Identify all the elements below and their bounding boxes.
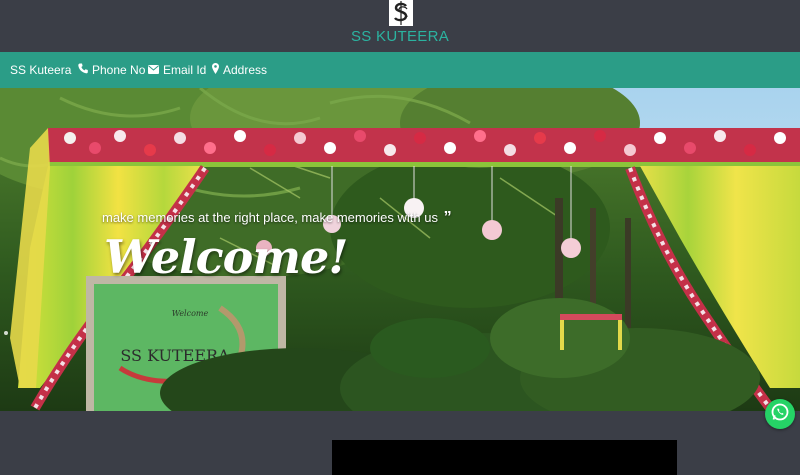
nav-item-label: SS Kuteera (10, 63, 72, 77)
ss-monogram-icon[interactable] (389, 0, 413, 26)
nav-email-link[interactable]: Email Id (148, 52, 206, 88)
sign-small-text: Welcome (172, 309, 209, 318)
nav-address-link[interactable]: Address (212, 52, 267, 88)
hero-heading: Welcome! (104, 230, 348, 284)
whatsapp-icon (770, 402, 790, 427)
map-marker-icon (212, 52, 219, 88)
brand-name: SS KUTEERA (350, 28, 450, 45)
video-embed[interactable] (332, 440, 677, 475)
navbar: SS Kuteera Phone No Email Id Address (0, 52, 800, 88)
whatsapp-button[interactable] (765, 399, 795, 429)
phone-icon (78, 52, 88, 88)
nav-item-label: Address (223, 63, 268, 77)
hero-banner: Welcome SS KUTEERA make memories at the … (0, 88, 800, 411)
envelope-icon (148, 52, 159, 88)
hero-tagline: make memories at the right place, make m… (102, 209, 452, 227)
nav-home-link[interactable]: SS Kuteera (10, 52, 71, 88)
nav-phone-link[interactable]: Phone No (78, 52, 145, 88)
nav-item-label: Email Id (163, 63, 207, 77)
top-header: SS KUTEERA (0, 0, 800, 52)
hero-tagline-text: make memories at the right place, make m… (102, 210, 438, 225)
quote-icon: ” (443, 209, 452, 226)
nav-item-label: Phone No (92, 63, 146, 77)
